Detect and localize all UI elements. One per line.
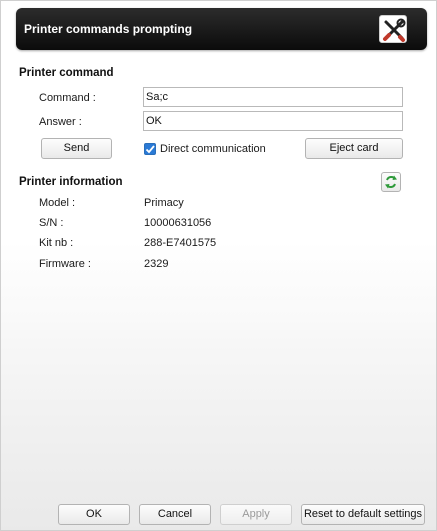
serial-number-value: 10000631056 [144,217,212,229]
dialog-window: Printer commands prompting Printer comma… [0,0,437,531]
model-value: Primacy [144,197,184,209]
title-bar: Printer commands prompting [16,8,427,50]
eject-card-button[interactable]: Eject card [305,138,403,159]
serial-number-label: S/N : [39,217,64,229]
command-label: Command : [39,92,96,104]
cancel-button[interactable]: Cancel [139,504,211,525]
refresh-icon [385,175,397,189]
printer-command-heading: Printer command [19,67,114,79]
checkmark-icon [145,145,155,154]
printer-information-heading: Printer information [19,176,123,188]
tools-icon [379,15,407,43]
kit-number-value: 288-E7401575 [144,237,217,249]
firmware-label: Firmware : [39,258,91,270]
send-button[interactable]: Send [41,138,112,159]
firmware-value: 2329 [144,258,169,270]
answer-input[interactable] [143,111,403,131]
apply-button[interactable]: Apply [220,504,292,525]
model-label: Model : [39,197,76,209]
refresh-button[interactable] [381,172,401,192]
direct-communication-label[interactable]: Direct communication [160,143,266,155]
kit-number-label: Kit nb : [39,237,74,249]
reset-defaults-button[interactable]: Reset to default settings [301,504,425,525]
answer-label: Answer : [39,116,82,128]
command-input[interactable] [143,87,403,107]
ok-button[interactable]: OK [58,504,130,525]
window-title: Printer commands prompting [24,22,193,36]
direct-communication-checkbox[interactable] [144,143,156,155]
